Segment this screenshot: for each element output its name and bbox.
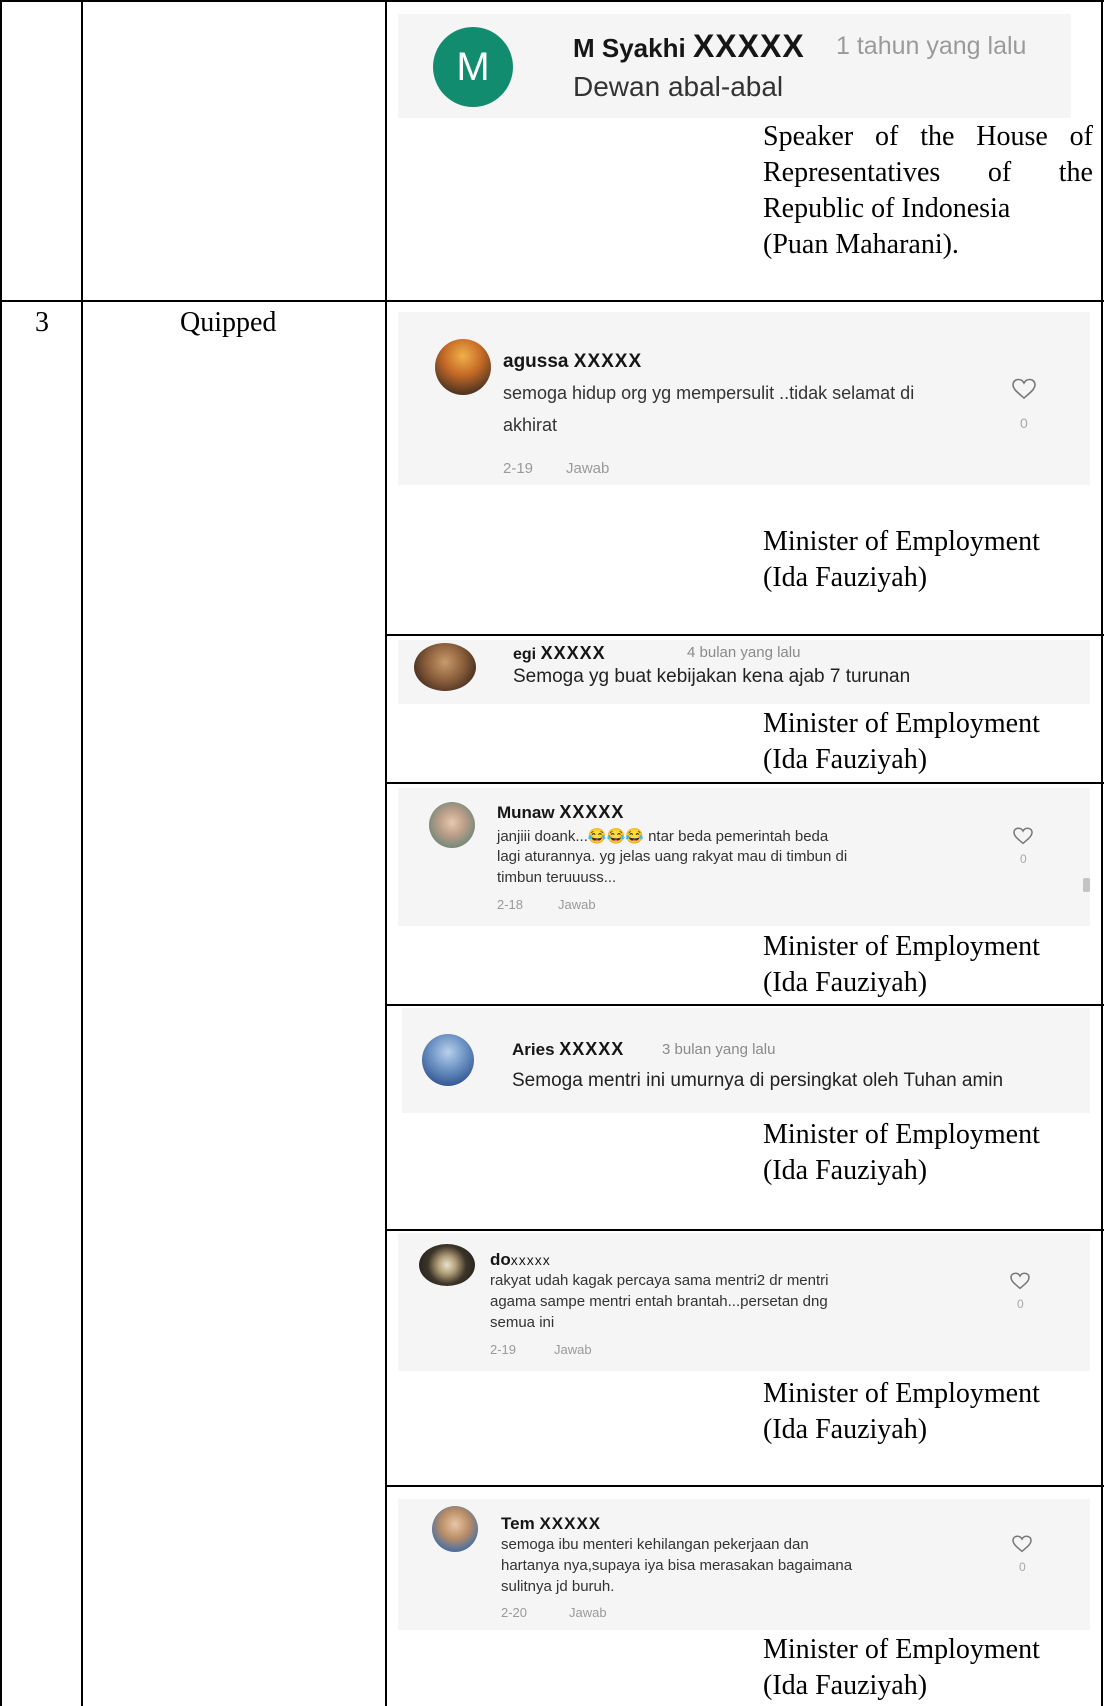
- comment-date: 2-20: [501, 1605, 528, 1620]
- caption-line: (Puan Maharani).: [763, 229, 959, 260]
- comment-date: 2-18: [497, 897, 524, 912]
- comment-text-line: akhirat: [503, 415, 558, 435]
- like-count: 0: [1020, 415, 1028, 431]
- heart-icon[interactable]: [1012, 1535, 1032, 1558]
- table-border-top: [0, 0, 1104, 2]
- comment-text-line: lagi aturannya. yg jelas uang rakyat mau…: [497, 848, 848, 865]
- caption: Minister of Employment (Ida Fauziyah): [763, 1119, 1040, 1186]
- comment-screenshot: egi XXXXX 4 bulan yang lalu Semoga yg bu…: [398, 640, 1090, 704]
- heart-icon[interactable]: [1012, 378, 1036, 405]
- caption: Minister of Employment (Ida Fauziyah): [763, 1378, 1040, 1445]
- cell-divider: [385, 1485, 1104, 1487]
- avatar: [419, 1244, 475, 1286]
- avatar: [432, 1506, 478, 1552]
- reply-link[interactable]: Jawab: [566, 460, 609, 477]
- like-count: 0: [1017, 1297, 1024, 1311]
- like-count: 0: [1020, 852, 1027, 866]
- comment-text-line: hartanya nya,supaya iya bisa merasakan b…: [501, 1557, 853, 1574]
- table-border-left: [0, 0, 2, 1706]
- comment-date: 2-19: [503, 460, 534, 477]
- column-divider-1: [81, 0, 83, 1706]
- row-divider: [0, 300, 1104, 302]
- cell-divider: [385, 634, 1104, 636]
- row-number: 3: [35, 307, 49, 338]
- username-mask: XXXXX: [539, 1514, 602, 1533]
- reply-link[interactable]: Jawab: [554, 1342, 592, 1357]
- avatar: [429, 802, 475, 848]
- username-mask: XXXXX: [540, 643, 606, 663]
- caption-line: Speaker of the House of: [763, 121, 1093, 152]
- caption-line: Republic of Indonesia: [763, 193, 1011, 224]
- caption: Minister of Employment (Ida Fauziyah): [763, 708, 1040, 775]
- heart-icon[interactable]: [1010, 1272, 1030, 1295]
- like-count: 0: [1019, 1560, 1026, 1574]
- comment-username: Munaw XXXXX: [497, 802, 625, 822]
- comment-username: doxxxxx: [490, 1250, 551, 1269]
- reply-link[interactable]: Jawab: [569, 1605, 607, 1620]
- username-mask: XXXXX: [573, 351, 643, 372]
- username-mask: xxxxx: [510, 1252, 551, 1268]
- avatar: [422, 1034, 474, 1086]
- caption: Minister of Employment (Ida Fauziyah): [763, 526, 1040, 593]
- comment-time: 3 bulan yang lalu: [662, 1041, 776, 1058]
- username-mask: XXXXX: [692, 28, 805, 64]
- username-mask: XXXXX: [559, 1039, 625, 1059]
- comment-text-line: rakyat udah kagak percaya sama mentri2 d…: [490, 1272, 829, 1289]
- comment-text: Dewan abal-abal: [573, 71, 784, 102]
- comment-text: Semoga mentri ini umurnya di persingkat …: [512, 1070, 1004, 1091]
- avatar: [435, 339, 491, 395]
- row-category: Quipped: [180, 307, 277, 338]
- caption: Minister of Employment (Ida Fauziyah): [763, 1634, 1040, 1701]
- comment-time: 1 tahun yang lalu: [836, 32, 1027, 60]
- avatar: [414, 643, 476, 691]
- comment-username: M Syakhi XXXXX: [573, 28, 805, 64]
- comment-text-line: semoga hidup org yg mempersulit ..tidak …: [503, 383, 915, 403]
- column-divider-2: [385, 0, 387, 1706]
- comment-screenshot: M M Syakhi XXXXX 1 tahun yang lalu Dewan…: [398, 14, 1071, 118]
- comment-text-line: semua ini: [490, 1314, 555, 1331]
- comment-text-line: janjiii doank...😂😂😂 ntar beda pemerintah…: [497, 828, 829, 845]
- comment-screenshot: Munaw XXXXX janjiii doank...😂😂😂 ntar bed…: [398, 788, 1090, 926]
- caption: Speaker of the House of Representatives …: [763, 119, 1093, 263]
- comment-screenshot: doxxxxx rakyat udah kagak percaya sama m…: [398, 1233, 1090, 1371]
- comment-username: Aries XXXXX: [512, 1039, 625, 1059]
- comment-time: 4 bulan yang lalu: [687, 644, 801, 661]
- username-mask: XXXXX: [559, 802, 625, 822]
- comment-text-line: semoga ibu menteri kehilangan pekerjaan …: [501, 1536, 809, 1553]
- scrollbar-thumb[interactable]: [1083, 878, 1090, 892]
- avatar-letter: M: [456, 45, 490, 89]
- comment-username: Tem XXXXX: [501, 1514, 602, 1533]
- avatar: M: [433, 27, 513, 107]
- reply-link[interactable]: Jawab: [558, 897, 596, 912]
- comment-text-line: sulitnya jd buruh.: [501, 1578, 615, 1595]
- cell-divider: [385, 782, 1104, 784]
- caption: Minister of Employment (Ida Fauziyah): [763, 931, 1040, 998]
- comment-text-line: timbun teruuuss...: [497, 869, 617, 886]
- comment-screenshot: Aries XXXXX 3 bulan yang lalu Semoga men…: [402, 1008, 1090, 1113]
- caption-line: Representatives of the: [763, 157, 1093, 188]
- cell-divider: [385, 1229, 1104, 1231]
- cell-divider: [385, 1004, 1104, 1006]
- comment-screenshot: Tem XXXXX semoga ibu menteri kehilangan …: [398, 1499, 1090, 1630]
- comment-screenshot: agussa XXXXX semoga hidup org yg mempers…: [398, 312, 1090, 485]
- table-border-right: [1101, 0, 1103, 1706]
- comment-username: egi XXXXX: [513, 643, 606, 663]
- heart-icon[interactable]: [1013, 827, 1033, 850]
- comment-text-line: agama sampe mentri entah brantah...perse…: [490, 1293, 828, 1310]
- comment-date: 2-19: [490, 1342, 517, 1357]
- comment-text: Semoga yg buat kebijakan kena ajab 7 tur…: [513, 666, 911, 687]
- comment-username: agussa XXXXX: [503, 351, 643, 372]
